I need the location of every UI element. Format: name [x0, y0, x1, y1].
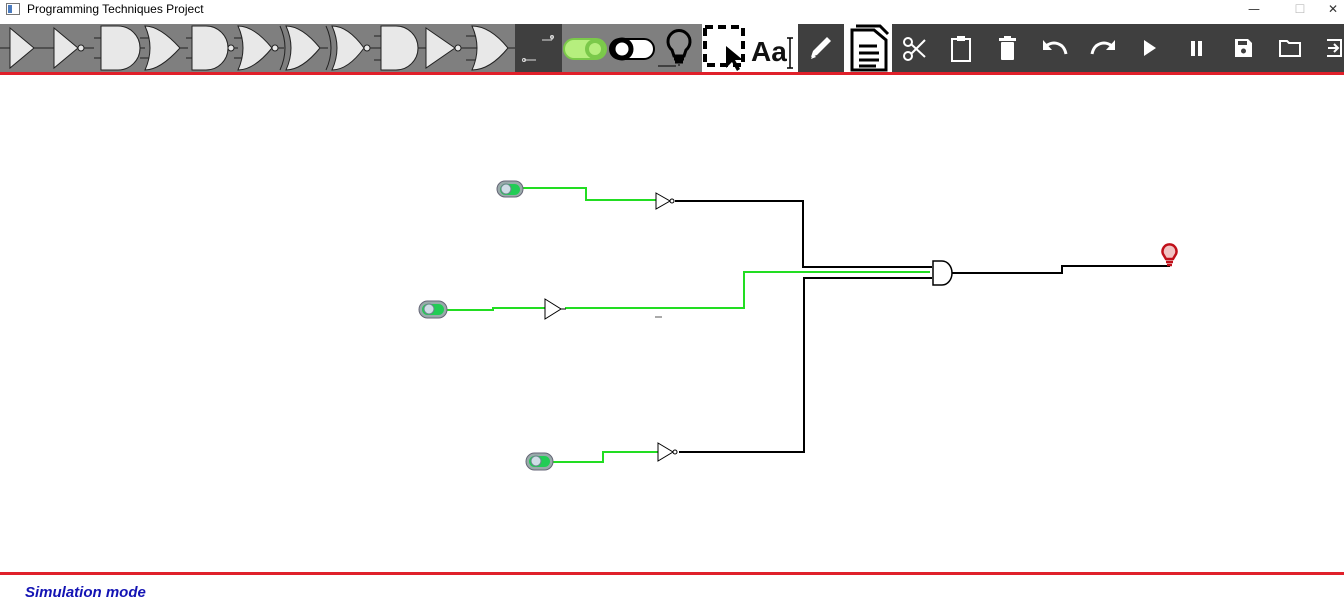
clipboard-icon	[951, 36, 971, 62]
switch-2[interactable]	[418, 300, 448, 319]
run-button[interactable]	[1126, 24, 1172, 72]
svg-text:Aa: Aa	[751, 36, 787, 67]
wire-tool[interactable]	[516, 24, 562, 72]
pause-icon	[1191, 41, 1202, 56]
delete-button[interactable]	[984, 24, 1030, 72]
document-button[interactable]	[844, 24, 892, 72]
undo-button[interactable]	[1030, 24, 1078, 72]
folder-icon	[1279, 40, 1301, 57]
gate-palette	[0, 24, 515, 72]
text-tool-icon[interactable]: Aa	[751, 36, 793, 69]
not-gate-2[interactable]	[657, 442, 678, 462]
edit-button[interactable]	[798, 24, 844, 72]
switch-on-icon[interactable]	[563, 38, 607, 60]
maximize-button[interactable]: ☐	[1277, 0, 1323, 20]
exit-button[interactable]	[1314, 24, 1344, 72]
title-bar: Programming Techniques Project — ☐ ✕	[0, 0, 1344, 20]
pause-button[interactable]	[1172, 24, 1220, 72]
nor-gate-tool[interactable]	[234, 25, 284, 71]
paste-button[interactable]	[938, 24, 984, 72]
and-gate[interactable]	[932, 260, 953, 286]
nand-gate-tool[interactable]	[186, 25, 238, 71]
buffer-gate[interactable]	[544, 298, 566, 320]
undo-icon	[1043, 40, 1068, 55]
select-text-tools: Aa	[702, 24, 798, 72]
nand3-gate-tool[interactable]	[418, 27, 468, 69]
xnor-gate-tool[interactable]	[325, 25, 378, 71]
document-icon	[850, 24, 890, 72]
open-button[interactable]	[1266, 24, 1314, 72]
close-button[interactable]: ✕	[1318, 0, 1344, 20]
not-gate-1[interactable]	[655, 192, 675, 210]
switch-3[interactable]	[525, 452, 554, 471]
io-tools	[562, 24, 702, 72]
select-tool-icon[interactable]	[703, 25, 745, 71]
redo-icon	[1090, 40, 1115, 55]
buffer-gate-tool[interactable]	[0, 26, 47, 70]
save-button[interactable]	[1220, 24, 1266, 72]
exit-icon	[1327, 39, 1342, 57]
redo-button[interactable]	[1078, 24, 1126, 72]
circuit-canvas[interactable]	[0, 75, 1344, 572]
not-gate-tool[interactable]	[47, 26, 94, 70]
and3-gate-tool[interactable]	[374, 25, 424, 71]
status-mode-label: Simulation mode	[25, 584, 146, 601]
scissors-icon	[903, 37, 926, 61]
cut-button[interactable]	[892, 24, 938, 72]
app-icon	[6, 3, 20, 15]
wire-icon	[522, 35, 554, 62]
save-icon	[1235, 39, 1252, 57]
or-gate-tool[interactable]	[140, 25, 188, 71]
status-divider	[0, 572, 1344, 575]
led-icon[interactable]	[658, 29, 692, 67]
xor-gate-tool[interactable]	[279, 25, 328, 71]
trash-icon	[999, 36, 1016, 60]
window-title: Programming Techniques Project	[27, 2, 204, 16]
switch-1[interactable]	[496, 180, 524, 198]
pencil-icon	[811, 37, 831, 59]
switch-off-icon[interactable]	[609, 37, 655, 61]
or3-gate-tool[interactable]	[466, 25, 515, 71]
and-gate-tool[interactable]	[94, 25, 145, 71]
play-icon	[1144, 40, 1156, 56]
led-output[interactable]	[1161, 243, 1178, 267]
minimize-button[interactable]: —	[1231, 0, 1277, 20]
